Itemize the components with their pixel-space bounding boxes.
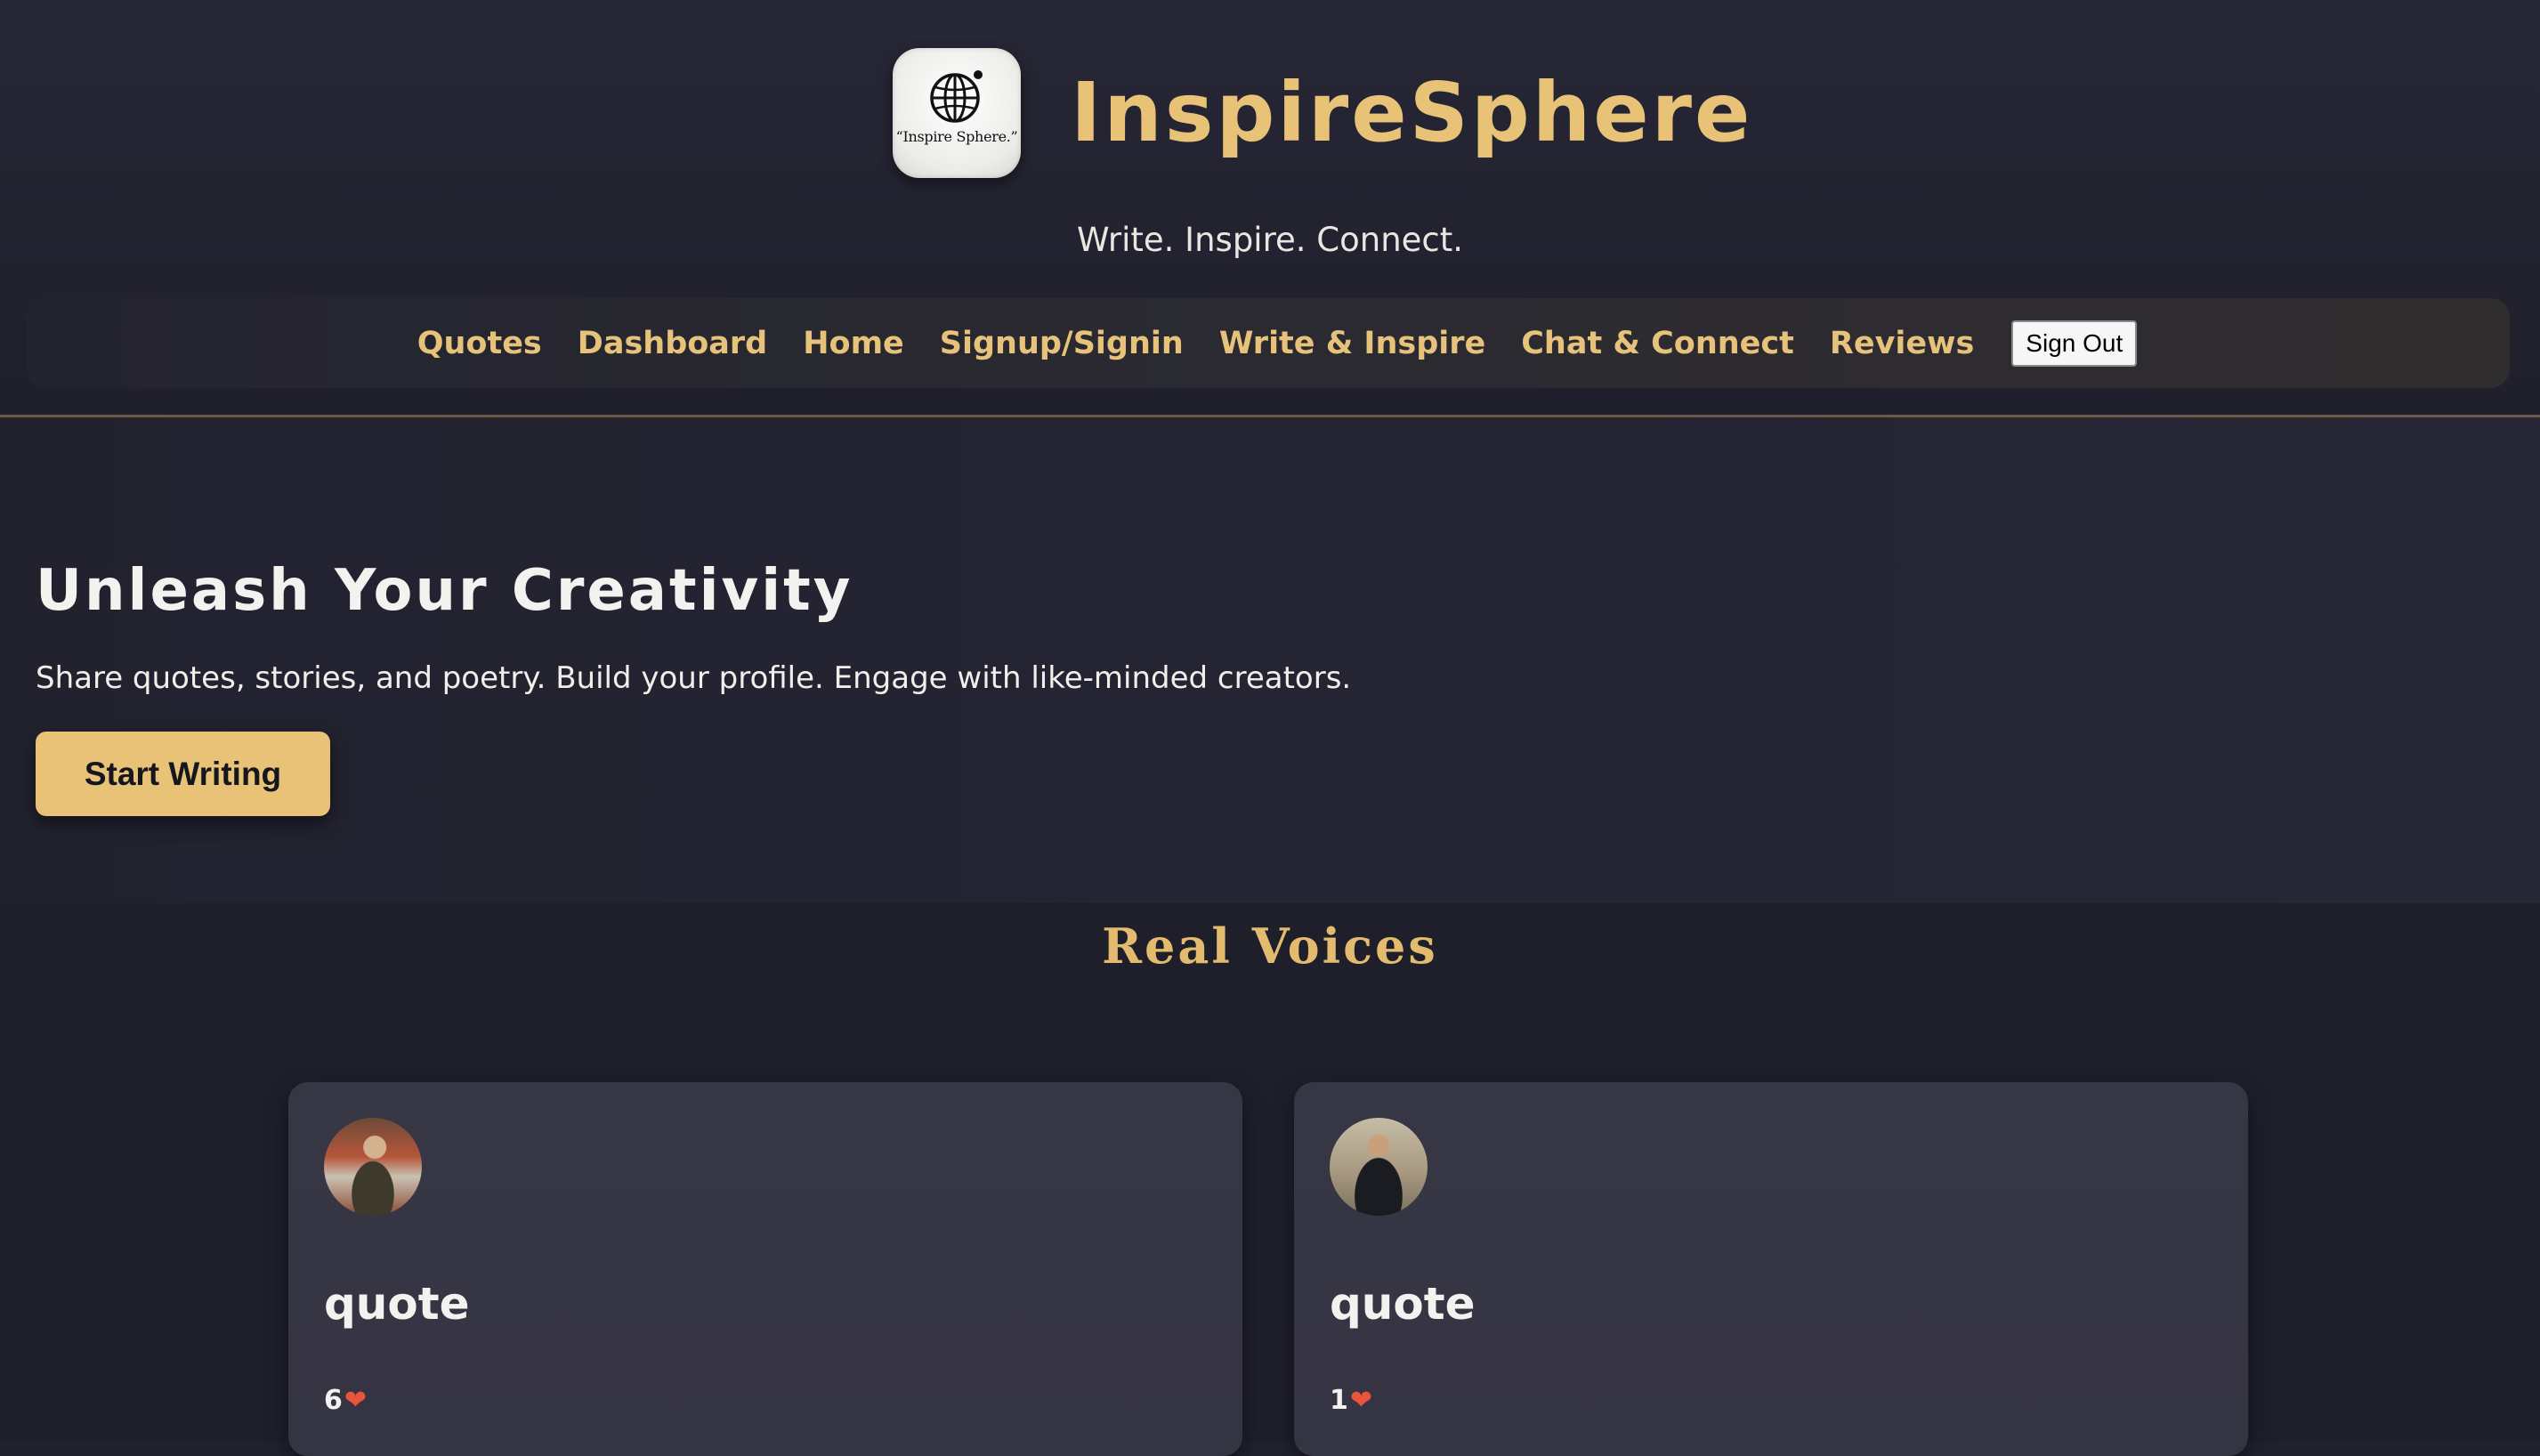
- nav-quotes[interactable]: Quotes: [417, 326, 542, 361]
- post-type: quote: [324, 1278, 470, 1330]
- heart-icon[interactable]: ❤: [1350, 1385, 1372, 1416]
- nav-signup-signin[interactable]: Signup/Signin: [940, 326, 1184, 361]
- main-nav: Quotes Dashboard Home Signup/Signin Writ…: [27, 298, 2510, 388]
- post-type: quote: [1330, 1278, 1476, 1330]
- site-tagline: Write. Inspire. Connect.: [1076, 221, 1464, 259]
- real-voices-section: Real Voices quote 6 ❤ quote 1 ❤: [0, 903, 2540, 1456]
- globe-icon: [930, 70, 983, 123]
- hero-section: Unleash Your Creativity Share quotes, st…: [0, 417, 2540, 903]
- section-title: Real Voices: [1102, 918, 1438, 975]
- post-card[interactable]: quote 1 ❤: [1294, 1082, 2248, 1456]
- hero-subtitle: Share quotes, stories, and poetry. Build…: [36, 660, 1352, 696]
- like-count-value: 1: [1330, 1385, 1348, 1416]
- like-count[interactable]: 6 ❤: [324, 1385, 367, 1416]
- site-title[interactable]: InspireSphere: [1071, 72, 1752, 154]
- post-card[interactable]: quote 6 ❤: [288, 1082, 1242, 1456]
- start-writing-button[interactable]: Start Writing: [36, 732, 330, 816]
- avatar[interactable]: [324, 1118, 422, 1216]
- sign-out-button[interactable]: Sign Out: [2011, 320, 2138, 367]
- avatar[interactable]: [1330, 1118, 1428, 1216]
- nav-chat-connect[interactable]: Chat & Connect: [1521, 326, 1794, 361]
- site-header: “Inspire Sphere.” InspireSphere Write. I…: [0, 0, 2540, 417]
- heart-icon[interactable]: ❤: [344, 1385, 367, 1416]
- like-count-value: 6: [324, 1385, 343, 1416]
- like-count[interactable]: 1 ❤: [1330, 1385, 1372, 1416]
- site-logo[interactable]: “Inspire Sphere.”: [893, 48, 1021, 178]
- nav-dashboard[interactable]: Dashboard: [578, 326, 767, 361]
- logo-wordmark: “Inspire Sphere.”: [895, 128, 1018, 145]
- nav-reviews[interactable]: Reviews: [1830, 326, 1974, 361]
- nav-write-inspire[interactable]: Write & Inspire: [1219, 326, 1485, 361]
- brand: “Inspire Sphere.” InspireSphere: [893, 48, 1752, 178]
- hero-title: Unleash Your Creativity: [36, 558, 853, 624]
- nav-home[interactable]: Home: [803, 326, 904, 361]
